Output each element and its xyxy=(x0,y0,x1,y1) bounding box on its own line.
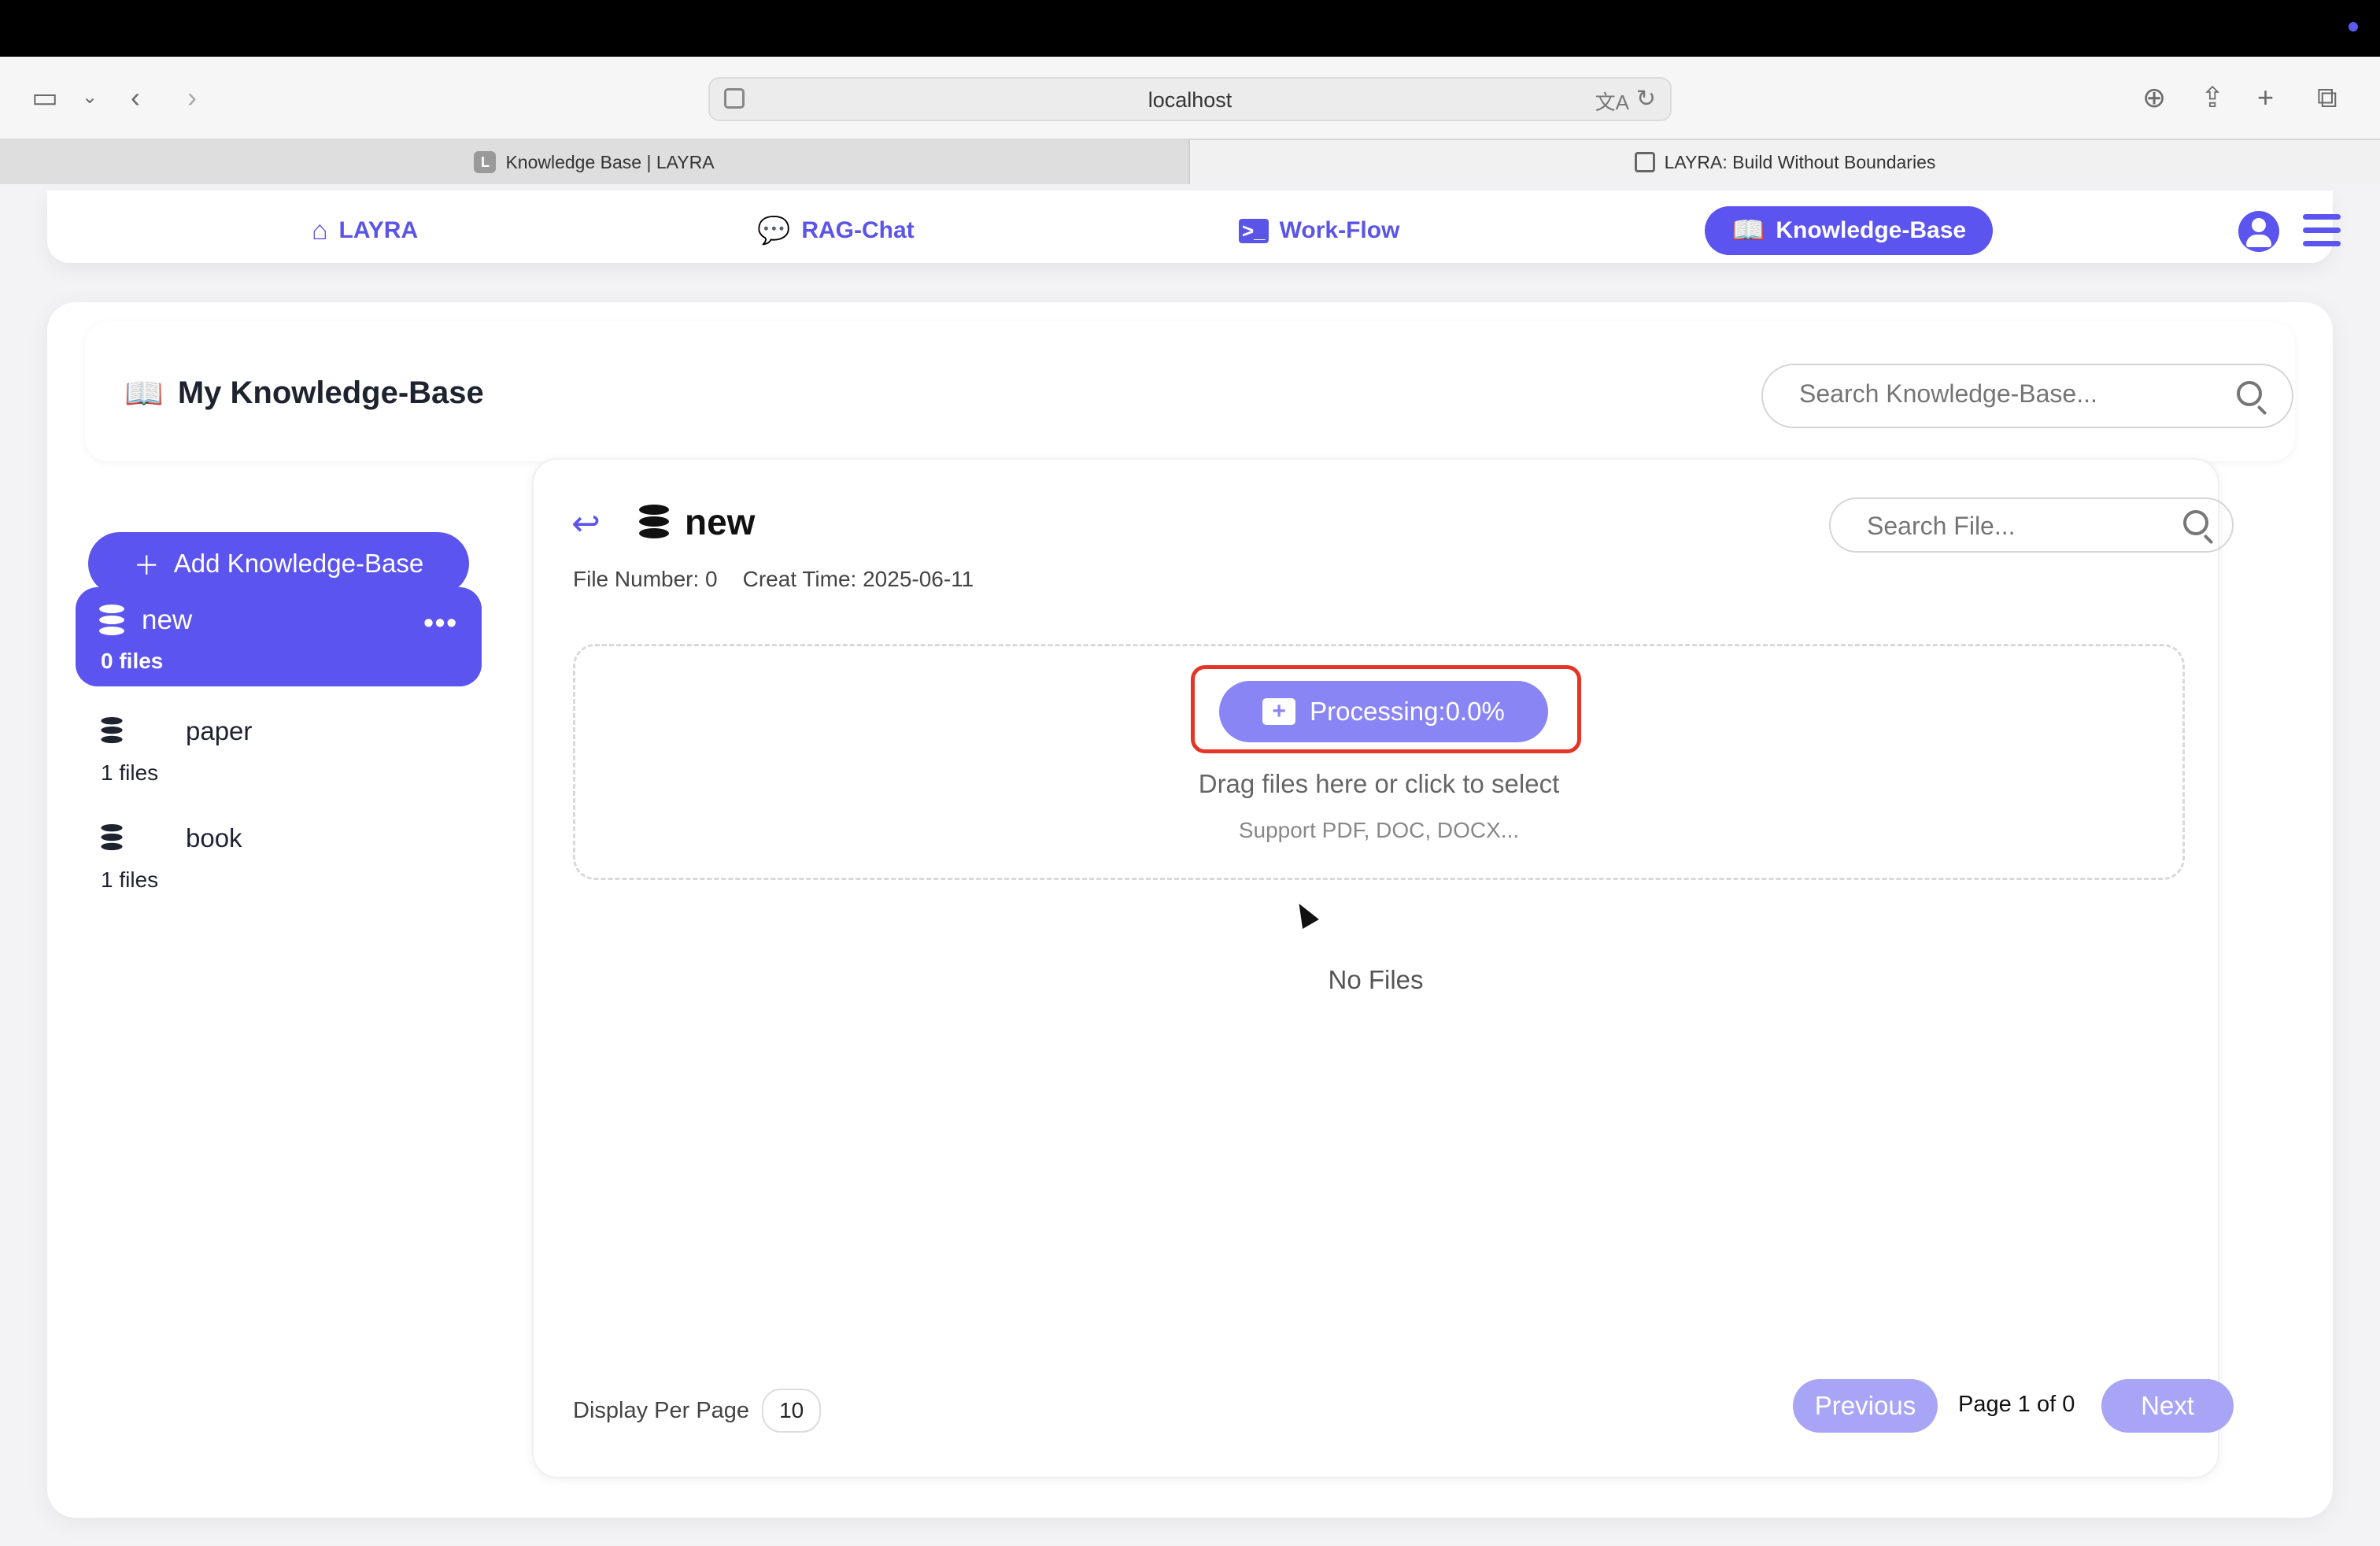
nav-label: LAYRA xyxy=(338,217,419,243)
tab-title: Knowledge Base | LAYRA xyxy=(505,151,715,172)
next-page-button[interactable]: Next xyxy=(2101,1379,2234,1433)
database-icon xyxy=(99,715,124,746)
tab-title: LAYRA: Build Without Boundaries xyxy=(1664,151,1936,172)
per-page-label: Display Per Page xyxy=(573,1397,750,1423)
nav-layra[interactable]: ⌂ LAYRA xyxy=(312,206,418,255)
open-book-icon: 📖 xyxy=(124,376,164,411)
os-menu-bar xyxy=(0,0,2380,57)
kb-name: new xyxy=(142,605,193,635)
back-arrow-icon[interactable]: ‹ xyxy=(131,79,140,117)
page-info: Page 1 of 0 xyxy=(1958,1392,2075,1417)
database-icon xyxy=(99,605,124,636)
kb-file-count: 1 files xyxy=(101,867,159,892)
tab-knowledge-base[interactable]: L Knowledge Base | LAYRA xyxy=(0,140,1190,184)
nav-rag-chat[interactable]: 💬 RAG-Chat xyxy=(757,206,915,255)
plus-icon: ＋ xyxy=(133,551,160,580)
kb-search-box xyxy=(1761,364,2293,428)
search-icon[interactable] xyxy=(2237,381,2262,406)
layra-favicon-icon: L xyxy=(474,151,497,173)
create-time: Creat Time: 2025-06-11 xyxy=(742,567,974,591)
tab-strip: L Knowledge Base | LAYRA LAYRA: Build Wi… xyxy=(0,139,2380,184)
file-search-input[interactable] xyxy=(1867,512,2166,541)
forward-arrow-icon[interactable]: › xyxy=(187,79,197,117)
kb-name: book xyxy=(186,823,242,853)
chevron-down-icon[interactable]: ⌄ xyxy=(82,79,98,117)
home-icon: ⌂ xyxy=(312,215,328,246)
file-dropzone[interactable]: Processing:0.0% Drag files here or click… xyxy=(573,644,2185,880)
nav-work-flow[interactable]: >_ Work-Flow xyxy=(1239,206,1399,255)
kb-meta: File Number: 0 Creat Time: 2025-06-11 xyxy=(573,567,974,592)
add-knowledge-base-button[interactable]: ＋ Add Knowledge-Base xyxy=(88,532,469,595)
back-icon[interactable]: ↩ xyxy=(571,504,601,544)
page-title-text: My Knowledge-Base xyxy=(177,375,484,410)
nav-label: RAG-Chat xyxy=(801,217,915,243)
top-navigation: ⌂ LAYRA 💬 RAG-Chat >_ Work-Flow 📖 Knowle… xyxy=(47,190,2341,263)
terminal-icon: >_ xyxy=(1239,218,1269,243)
add-kb-label: Add Knowledge-Base xyxy=(173,549,424,578)
book-icon: 📖 xyxy=(1731,216,1765,246)
hamburger-menu-icon[interactable] xyxy=(2303,214,2341,247)
share-icon[interactable]: ⇪ xyxy=(2201,79,2224,117)
drop-instructions: Drag files here or click to select xyxy=(1198,769,1560,798)
address-bar[interactable]: localhost 文A ↻ xyxy=(708,77,1672,121)
document-favicon-icon xyxy=(1634,152,1655,172)
kb-detail-panel: ↩ new File Number: 0 Creat Time: 2025-06… xyxy=(532,458,2234,1478)
tab-overview-icon[interactable]: ⧉ xyxy=(2317,79,2338,117)
user-avatar-icon[interactable] xyxy=(2238,211,2279,252)
supported-formats: Support PDF, DOC, DOCX... xyxy=(1238,818,1520,842)
kb-header: 📖 My Knowledge-Base xyxy=(85,321,2295,461)
nav-label: Work-Flow xyxy=(1279,217,1400,243)
reload-icon[interactable]: ↻ xyxy=(1636,85,1656,113)
sidebar-item-book[interactable]: book 1 files xyxy=(76,806,482,905)
empty-state-text: No Files xyxy=(1328,965,1424,994)
download-icon[interactable]: ⊕ xyxy=(2142,79,2166,117)
search-icon[interactable] xyxy=(2183,510,2208,535)
processing-label: Processing:0.0% xyxy=(1310,697,1505,726)
upload-processing-button[interactable]: Processing:0.0% xyxy=(1219,681,1548,742)
nav-knowledge-base[interactable]: 📖 Knowledge-Base xyxy=(1705,206,1994,255)
database-icon xyxy=(639,505,669,539)
previous-page-button[interactable]: Previous xyxy=(1793,1379,1938,1433)
kb-search-input[interactable] xyxy=(1799,379,2208,409)
kb-title: new xyxy=(639,501,755,543)
kb-name: paper xyxy=(186,716,253,745)
new-tab-icon[interactable]: + xyxy=(2257,79,2274,117)
tab-layra-home[interactable]: LAYRA: Build Without Boundaries xyxy=(1190,140,2380,184)
page: ⌂ LAYRA 💬 RAG-Chat >_ Work-Flow 📖 Knowle… xyxy=(0,184,2380,1546)
database-icon xyxy=(99,822,124,853)
kb-file-count: 1 files xyxy=(101,760,159,785)
more-options-icon[interactable]: ••• xyxy=(423,606,458,639)
sidebar-item-new[interactable]: new 0 files ••• xyxy=(76,587,482,686)
chat-icon: 💬 xyxy=(757,216,791,246)
file-search-box xyxy=(1829,497,2234,553)
page-title: 📖 My Knowledge-Base xyxy=(124,375,484,412)
per-page-control: Display Per Page 10 xyxy=(573,1389,822,1433)
translate-icon[interactable]: 文A xyxy=(1595,87,1629,116)
url-text: localhost xyxy=(1148,88,1232,112)
nav-label: Knowledge-Base xyxy=(1776,217,1967,243)
per-page-select[interactable]: 10 xyxy=(762,1389,822,1433)
kb-title-text: new xyxy=(685,501,756,542)
folder-plus-icon xyxy=(1262,698,1296,725)
sidebar-toggle-icon[interactable]: ▭ xyxy=(31,79,58,117)
sidebar-item-paper[interactable]: paper 1 files xyxy=(76,699,482,798)
status-dot-icon xyxy=(2349,22,2358,31)
kb-file-count: 0 files xyxy=(101,649,164,673)
file-number: File Number: 0 xyxy=(573,567,718,591)
